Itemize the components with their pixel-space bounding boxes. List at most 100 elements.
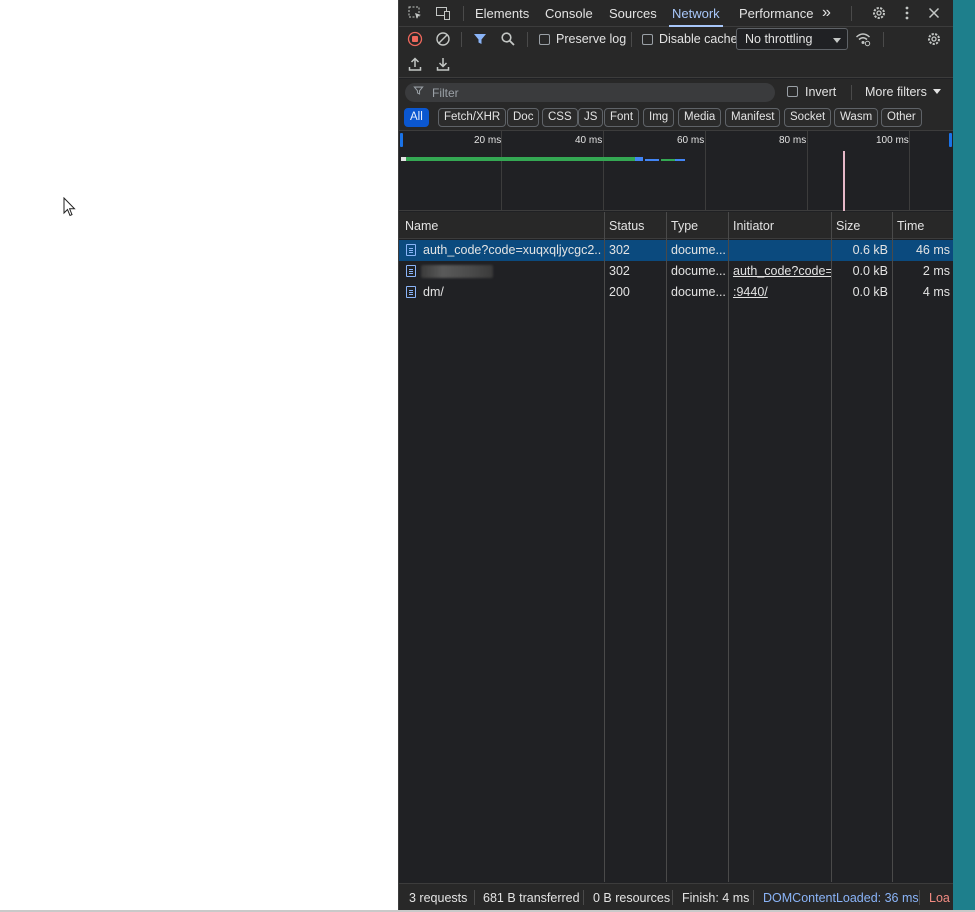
summary-separator	[919, 890, 920, 905]
preserve-log-label: Preserve log	[556, 32, 627, 46]
import-har-upload-icon[interactable]	[407, 56, 423, 72]
table-row[interactable]: dm/ 200 docume... :9440/ 0.0 kB 4 ms	[399, 282, 954, 303]
row-time: 4 ms	[922, 285, 950, 299]
filter-bar: Filter Invert More filters	[399, 79, 954, 105]
redacted-name	[421, 265, 493, 278]
toolbar-separator	[527, 32, 528, 47]
clear-icon[interactable]	[435, 31, 451, 47]
overview-tick-label: 60 ms	[677, 135, 705, 146]
window-edge	[953, 0, 975, 910]
toolbar-separator	[631, 32, 632, 47]
chevron-down-icon	[933, 89, 941, 94]
close-icon[interactable]	[926, 5, 942, 21]
table-row[interactable]: auth_code?code=xuqxqljycgc2... 302 docum…	[399, 240, 954, 261]
chip-fetch-xhr[interactable]: Fetch/XHR	[438, 108, 507, 127]
filter-placeholder: Filter	[432, 86, 459, 100]
device-toolbar-icon[interactable]	[435, 5, 451, 21]
invert-checkbox[interactable]	[787, 86, 798, 97]
overview-left-handle[interactable]	[400, 133, 403, 147]
tab-performance[interactable]: Performance	[739, 0, 813, 27]
column-header-type[interactable]: Type	[671, 219, 698, 233]
column-divider[interactable]	[604, 212, 605, 882]
tab-console[interactable]: Console	[545, 0, 593, 27]
chip-manifest[interactable]: Manifest	[725, 108, 781, 127]
column-header-size[interactable]: Size	[836, 219, 860, 233]
preserve-log-checkbox[interactable]	[539, 34, 550, 45]
chip-other[interactable]: Other	[881, 108, 922, 127]
mouse-cursor-icon	[63, 197, 76, 217]
tab-network[interactable]: Network	[669, 0, 723, 27]
summary-load: Loa	[929, 891, 950, 905]
chip-media[interactable]: Media	[678, 108, 722, 127]
network-overview-timeline[interactable]: 20 ms 40 ms 60 ms 80 ms 100 ms	[399, 131, 954, 211]
resource-type-filter: All Fetch/XHR Doc CSS JS Font Img Media …	[399, 105, 954, 131]
filter-input[interactable]: Filter	[405, 83, 775, 102]
toolbar-separator	[883, 32, 884, 47]
column-divider[interactable]	[892, 212, 893, 882]
toolbar-separator	[461, 32, 462, 47]
tab-elements[interactable]: Elements	[475, 0, 529, 27]
row-name: dm/	[423, 285, 444, 299]
stop-recording-icon[interactable]	[407, 31, 423, 47]
overview-gridline	[909, 131, 910, 211]
chip-all[interactable]: All	[404, 108, 429, 127]
filter-separator	[851, 85, 852, 100]
column-divider[interactable]	[666, 212, 667, 882]
inspect-element-icon[interactable]	[407, 5, 423, 21]
summary-separator	[583, 890, 584, 905]
summary-separator	[474, 890, 475, 905]
chevron-down-icon	[833, 38, 841, 43]
network-settings-gear-icon[interactable]	[926, 31, 942, 47]
row-name: auth_code?code=xuqxqljycgc2...	[423, 243, 601, 257]
overview-request-bar	[661, 159, 675, 161]
overview-gridline	[603, 131, 604, 211]
disable-cache-checkbox[interactable]	[642, 34, 653, 45]
settings-gear-icon[interactable]	[871, 5, 887, 21]
throttling-select[interactable]: No throttling	[736, 28, 848, 50]
row-initiator[interactable]: auth_code?code=x	[733, 264, 831, 278]
more-filters-dropdown[interactable]: More filters	[865, 85, 927, 99]
row-initiator[interactable]: :9440/	[733, 285, 831, 299]
table-row[interactable]: 302 docume... auth_code?code=x 0.0 kB 2 …	[399, 261, 954, 282]
search-icon[interactable]	[500, 31, 516, 47]
tab-sources[interactable]: Sources	[609, 0, 657, 27]
column-header-name[interactable]: Name	[405, 219, 438, 233]
overview-tick-label: 40 ms	[575, 135, 603, 146]
summary-dom-content-loaded: DOMContentLoaded: 36 ms	[763, 891, 919, 905]
column-divider[interactable]	[728, 212, 729, 882]
overview-gridline	[705, 131, 706, 211]
column-divider[interactable]	[831, 212, 832, 882]
document-icon	[406, 265, 416, 277]
overview-request-bar	[406, 157, 642, 161]
chip-img[interactable]: Img	[643, 108, 675, 127]
network-toolbar: Preserve log Disable cache No throttling	[399, 27, 954, 52]
kebab-menu-icon[interactable]	[899, 5, 915, 21]
chip-socket[interactable]: Socket	[784, 108, 832, 127]
export-har-download-icon[interactable]	[435, 56, 451, 72]
summary-finish: Finish: 4 ms	[682, 891, 750, 905]
column-header-status[interactable]: Status	[609, 219, 644, 233]
row-size: 0.0 kB	[852, 285, 888, 299]
chip-font[interactable]: Font	[604, 108, 640, 127]
overview-request-bar	[635, 157, 643, 161]
overview-load-marker	[843, 151, 845, 211]
network-conditions-wifi-icon[interactable]	[855, 31, 871, 47]
chip-js[interactable]: JS	[578, 108, 604, 127]
row-time: 2 ms	[922, 264, 950, 278]
row-type: docume...	[671, 243, 726, 257]
chip-doc[interactable]: Doc	[507, 108, 540, 127]
summary-separator	[753, 890, 754, 905]
filter-funnel-icon	[413, 85, 424, 99]
column-header-time[interactable]: Time	[897, 219, 924, 233]
chip-css[interactable]: CSS	[542, 108, 578, 127]
column-header-initiator[interactable]: Initiator	[733, 219, 774, 233]
filter-funnel-icon[interactable]	[472, 31, 488, 47]
row-status: 200	[609, 285, 630, 299]
more-tabs-chevron-icon[interactable]: »	[822, 0, 831, 27]
requests-table-header: Name Status Type Initiator Size Time	[399, 212, 954, 239]
row-type: docume...	[671, 264, 726, 278]
chip-wasm[interactable]: Wasm	[834, 108, 879, 127]
disable-cache-label: Disable cache	[659, 32, 738, 46]
row-size: 0.6 kB	[852, 243, 888, 257]
overview-right-handle[interactable]	[949, 133, 952, 147]
